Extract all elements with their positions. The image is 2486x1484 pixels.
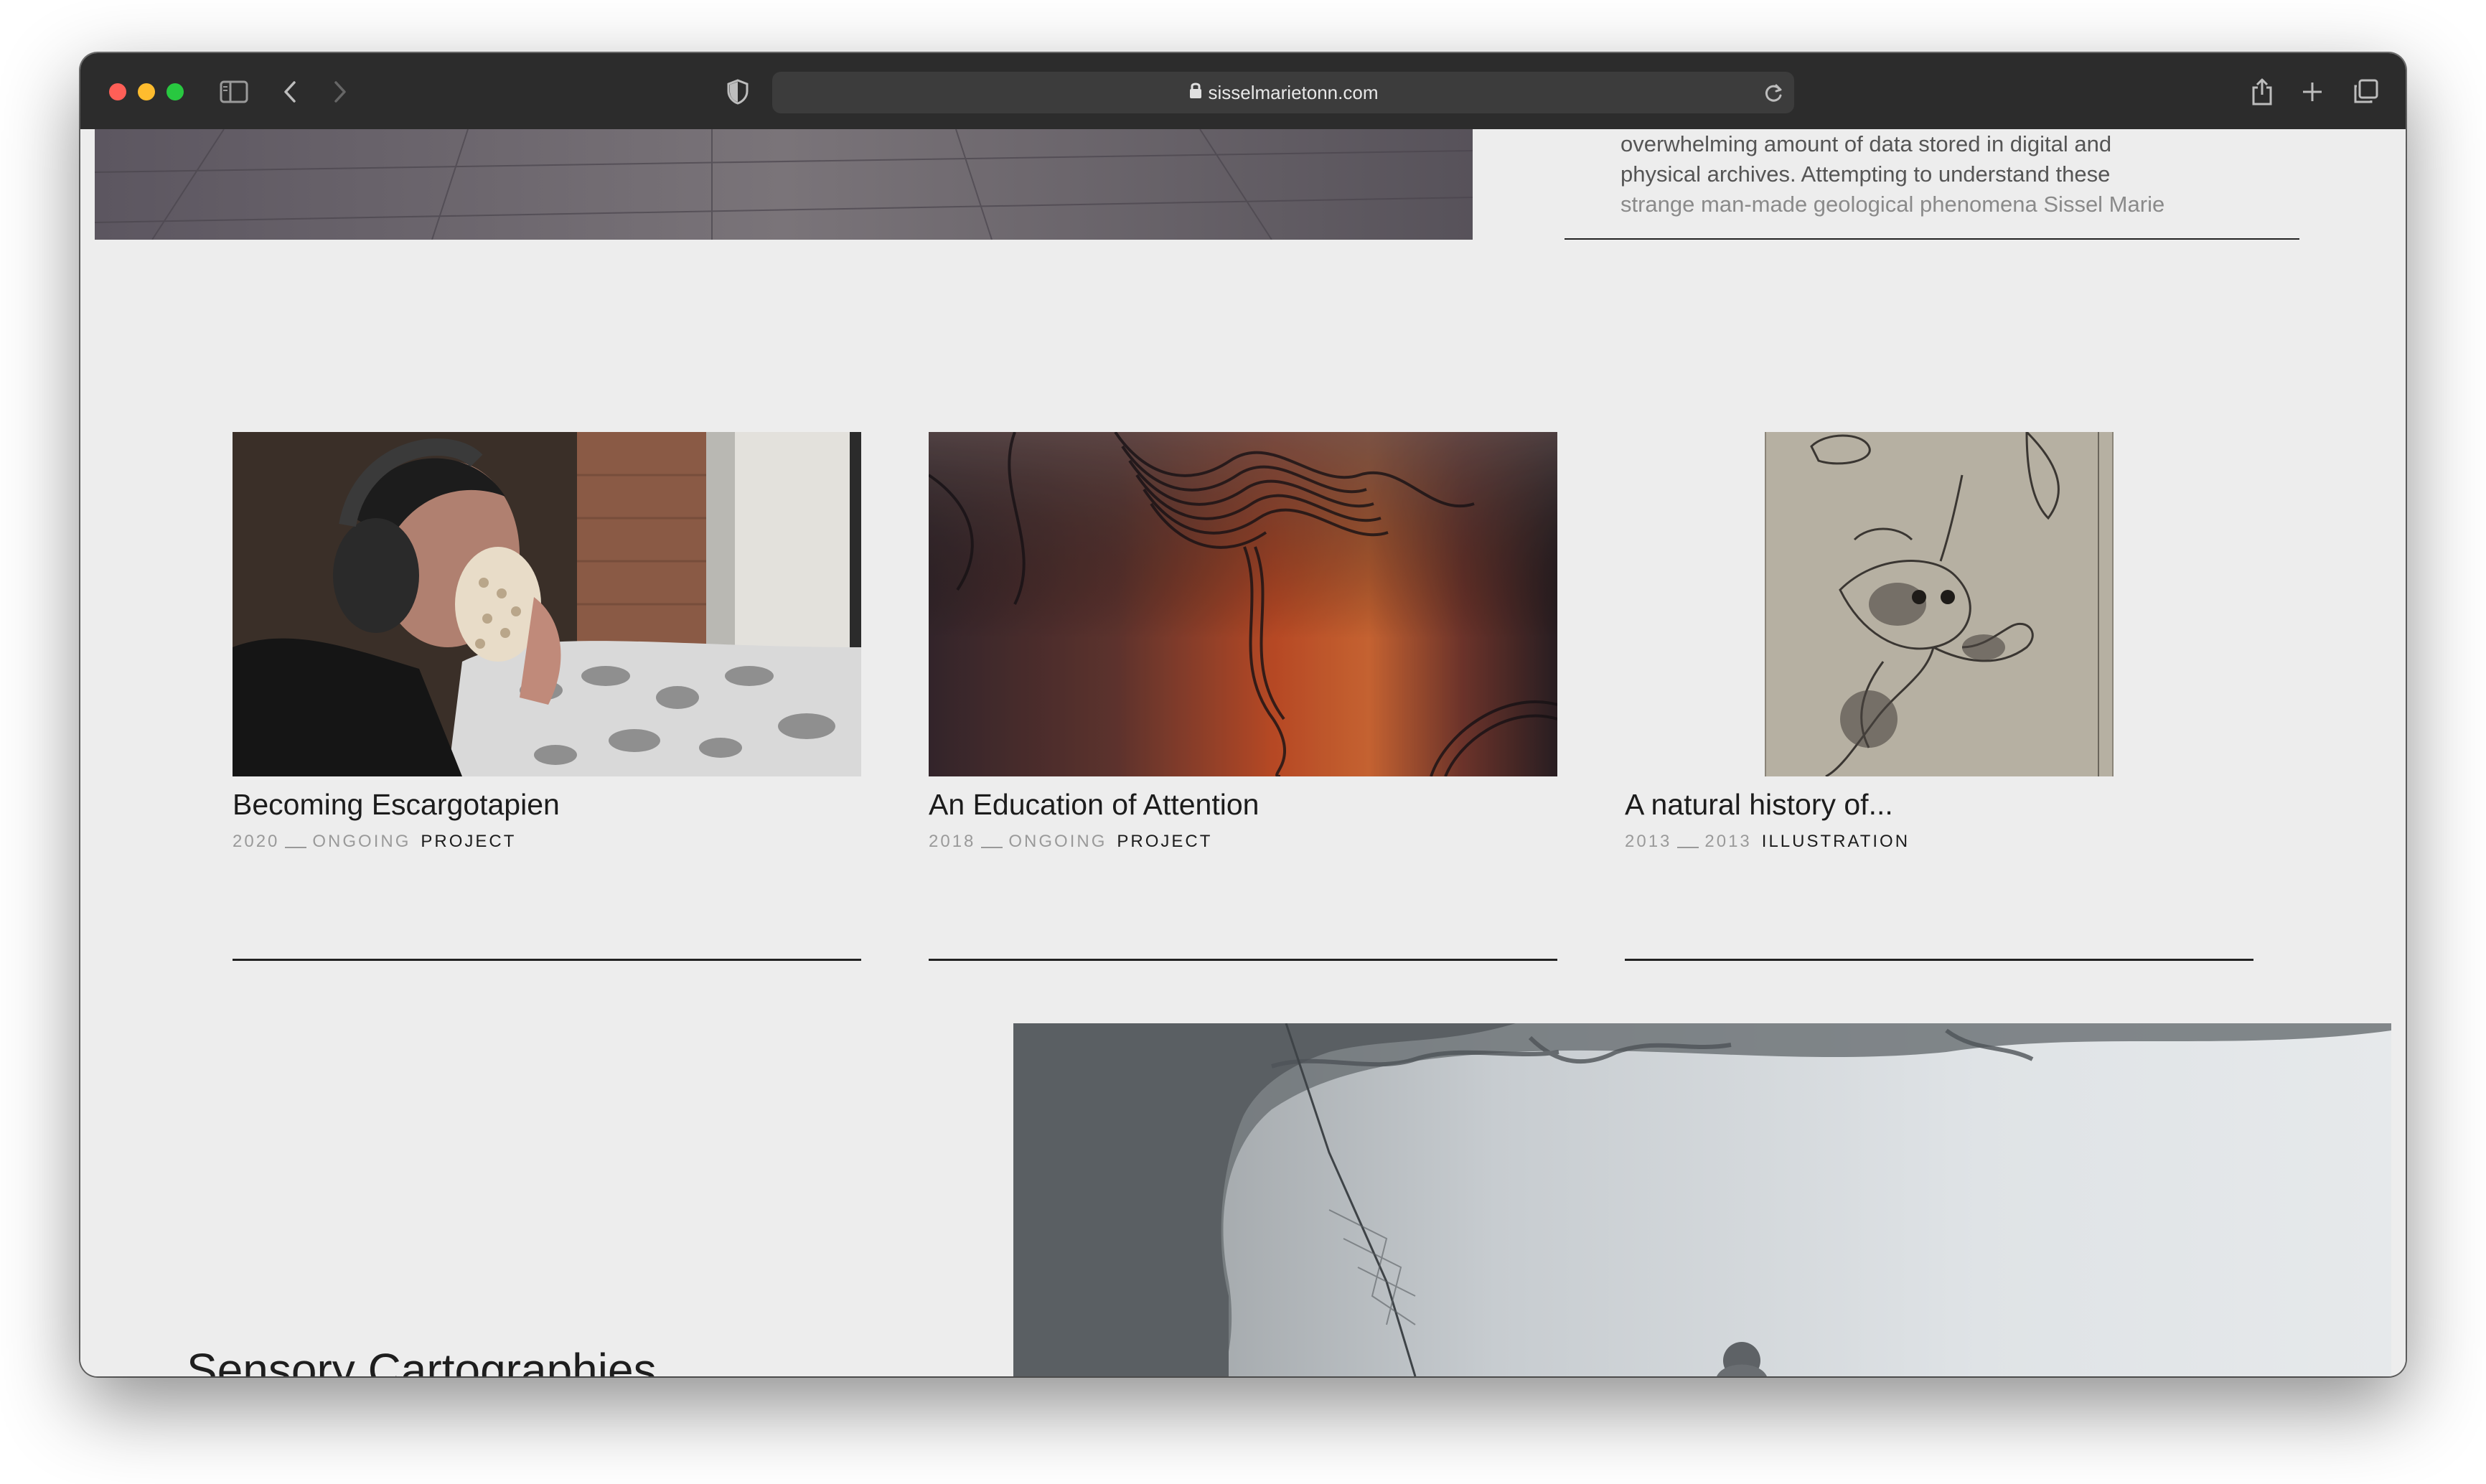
project-meta: 2013 2013 ILLUSTRATION	[1625, 832, 2253, 852]
dash-separator	[285, 847, 307, 848]
project-title[interactable]: Becoming Escargotapien	[233, 788, 861, 822]
project-meta: 2020 ONGOING PROJECT	[233, 832, 861, 852]
shield-icon[interactable]	[719, 73, 756, 111]
project-card[interactable]: A natural history of... 2013 2013 ILLUST…	[1625, 432, 2253, 961]
close-window-button[interactable]	[109, 83, 126, 100]
featured-project-image[interactable]	[1013, 1023, 2391, 1376]
project-year-start: 2018	[929, 832, 976, 851]
project-thumbnail[interactable]	[233, 432, 861, 776]
dash-separator	[1677, 847, 1699, 848]
minimize-window-button[interactable]	[138, 83, 155, 100]
address-bar[interactable]: sisselmarietonn.com	[772, 72, 1794, 113]
project-type: PROJECT	[421, 832, 517, 851]
hero-description: overwhelming amount of data stored in di…	[1620, 129, 2209, 220]
chevron-left-icon[interactable]	[271, 73, 309, 111]
browser-window: sisselmarietonn.com overwhelming amount …	[80, 53, 2406, 1376]
hero-text-line: overwhelming amount of data stored in di…	[1620, 131, 2112, 156]
url-text: sisselmarietonn.com	[1208, 81, 1379, 103]
divider	[233, 959, 861, 961]
share-icon[interactable]	[2243, 73, 2281, 111]
zoom-window-button[interactable]	[166, 83, 184, 100]
divider	[1565, 238, 2299, 240]
reload-icon[interactable]	[1763, 81, 1784, 109]
project-title[interactable]: A natural history of...	[1625, 788, 2253, 822]
divider	[1625, 959, 2253, 961]
project-year-start: 2013	[1625, 832, 1672, 851]
project-year-end: 2013	[1704, 832, 1752, 851]
hero-text-line: physical archives. Attempting to underst…	[1620, 161, 2111, 187]
project-year-start: 2020	[233, 832, 280, 851]
lock-icon	[1188, 81, 1203, 105]
project-year-end: ONGOING	[312, 832, 411, 851]
sidebar-icon[interactable]	[215, 73, 253, 111]
hero-text-line: strange man-made geological phenomena Si…	[1620, 192, 2165, 217]
project-title[interactable]: An Education of Attention	[929, 788, 1557, 822]
dash-separator	[981, 847, 1003, 848]
browser-toolbar: sisselmarietonn.com	[80, 53, 2406, 131]
project-type: PROJECT	[1117, 832, 1213, 851]
project-thumbnail[interactable]	[929, 432, 1557, 776]
project-card[interactable]: An Education of Attention 2018 ONGOING P…	[929, 432, 1557, 961]
plus-icon[interactable]	[2294, 73, 2331, 111]
project-year-end: ONGOING	[1008, 832, 1107, 851]
divider	[929, 959, 1557, 961]
section-title[interactable]: Sensory Cartographies	[187, 1343, 657, 1376]
page-content: overwhelming amount of data stored in di…	[80, 129, 2406, 1376]
hero-image[interactable]	[95, 129, 1473, 240]
project-thumbnail[interactable]	[1625, 432, 2253, 776]
project-card[interactable]: Becoming Escargotapien 2020 ONGOING PROJ…	[233, 432, 861, 961]
project-meta: 2018 ONGOING PROJECT	[929, 832, 1557, 852]
chevron-right-icon[interactable]	[322, 73, 359, 111]
tabs-overview-icon[interactable]	[2347, 73, 2384, 111]
project-type: ILLUSTRATION	[1761, 832, 1910, 851]
